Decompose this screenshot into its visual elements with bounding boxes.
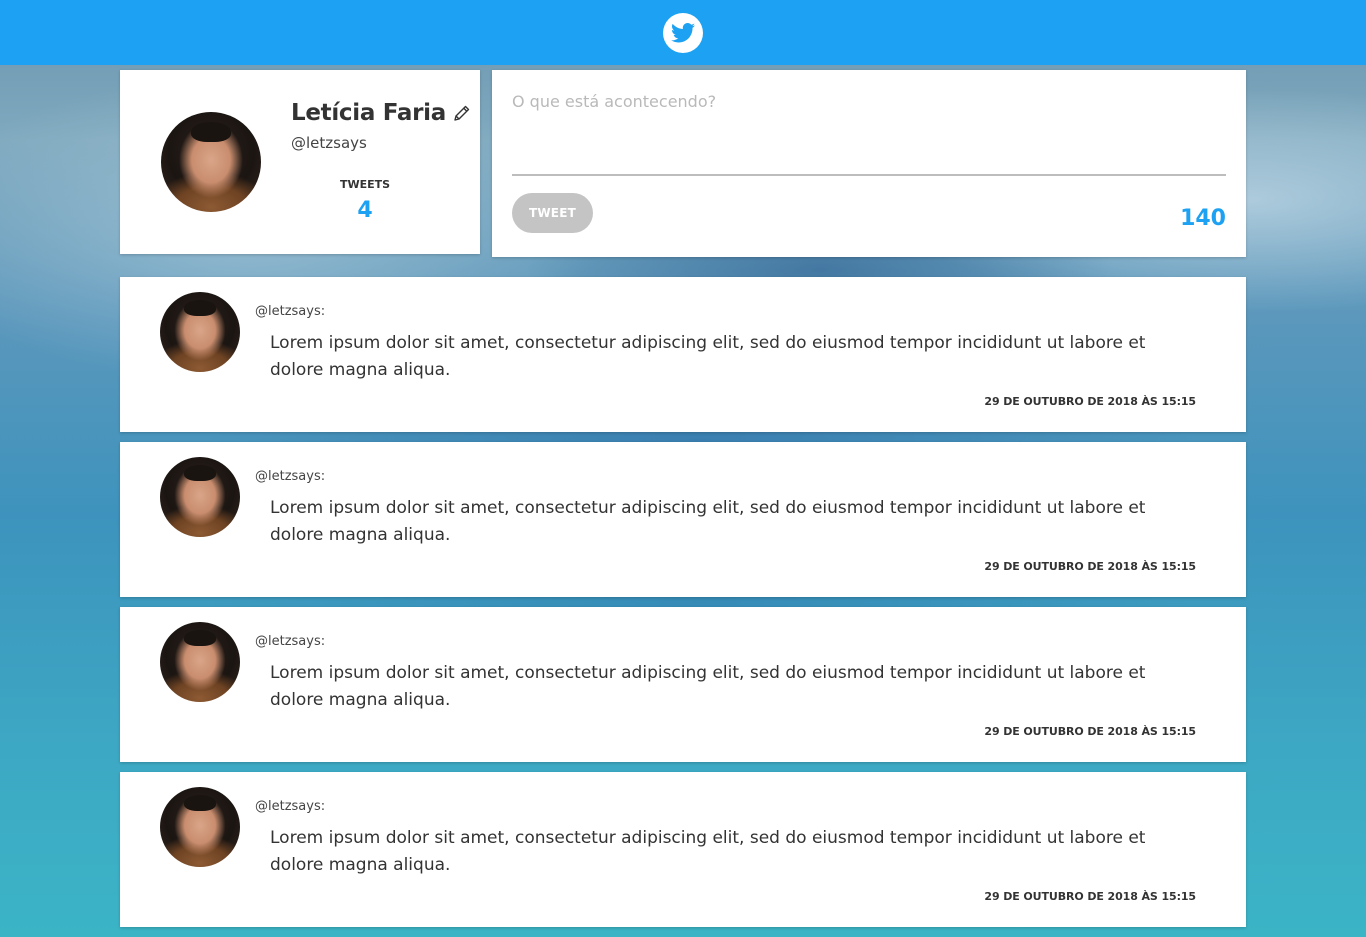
tweets-label: TWEETS: [339, 178, 391, 191]
tweet-user: @letzsays:: [255, 634, 326, 649]
tweet-card: @letzsays: Lorem ipsum dolor sit amet, c…: [120, 442, 1246, 597]
tweet-avatar: [160, 622, 240, 702]
tweet-card: @letzsays: Lorem ipsum dolor sit amet, c…: [120, 277, 1246, 432]
tweet-avatar: [160, 787, 240, 867]
tweet-date: 29 DE OUTUBRO DE 2018 ÀS 15:15: [984, 725, 1196, 738]
tweet-text: Lorem ipsum dolor sit amet, consectetur …: [270, 828, 1146, 875]
tweet-card: @letzsays: Lorem ipsum dolor sit amet, c…: [120, 607, 1246, 762]
profile-name: Letícia Faria: [291, 100, 446, 126]
compose-input[interactable]: [512, 92, 1226, 176]
tweet-user: @letzsays:: [255, 304, 326, 319]
pencil-icon[interactable]: [452, 103, 472, 123]
tweet-text: Lorem ipsum dolor sit amet, consectetur …: [270, 663, 1146, 710]
profile-card: Letícia Faria @letzsays TWEETS 4: [120, 70, 480, 254]
profile-name-row: Letícia Faria: [291, 100, 472, 126]
top-bar: [0, 0, 1366, 65]
tweet-date: 29 DE OUTUBRO DE 2018 ÀS 15:15: [984, 560, 1196, 573]
tweet-user: @letzsays:: [255, 469, 326, 484]
twitter-bird-icon: [670, 22, 695, 42]
tweet-card: @letzsays: Lorem ipsum dolor sit amet, c…: [120, 772, 1246, 927]
char-counter: 140: [1180, 206, 1226, 231]
tweet-date: 29 DE OUTUBRO DE 2018 ÀS 15:15: [984, 890, 1196, 903]
tweet-text: Lorem ipsum dolor sit amet, consectetur …: [270, 498, 1146, 545]
tweet-avatar: [160, 457, 240, 537]
tweet-text: Lorem ipsum dolor sit amet, consectetur …: [270, 333, 1146, 380]
profile-handle: @letzsays: [291, 134, 367, 152]
tweet-avatar: [160, 292, 240, 372]
tweet-date: 29 DE OUTUBRO DE 2018 ÀS 15:15: [984, 395, 1196, 408]
tweet-user: @letzsays:: [255, 799, 326, 814]
profile-avatar: [161, 112, 261, 212]
compose-card: TWEET 140: [492, 70, 1246, 257]
tweets-count: 4: [357, 198, 373, 223]
tweet-button[interactable]: TWEET: [512, 193, 593, 233]
twitter-logo[interactable]: [662, 12, 703, 53]
